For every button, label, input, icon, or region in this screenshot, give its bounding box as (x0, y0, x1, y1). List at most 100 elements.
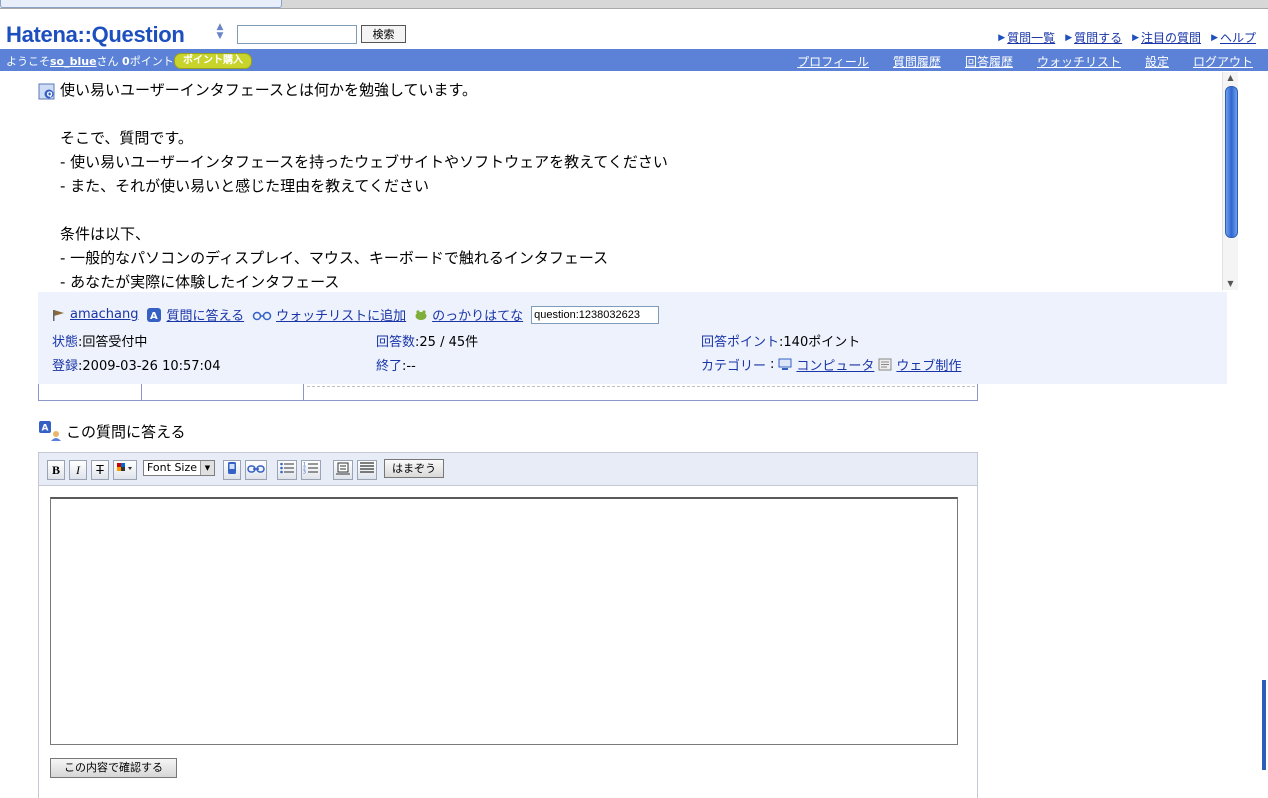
bold-button[interactable]: B (47, 460, 65, 480)
svg-text:A: A (150, 311, 158, 322)
question-history-link[interactable]: 質問履歴 (893, 53, 941, 70)
arrow-right-icon: ▶ (1132, 32, 1140, 43)
points-cell: 回答ポイント:140ポイント (701, 335, 861, 350)
category-web-link[interactable]: ウェブ制作 (896, 355, 961, 374)
watchlist-link[interactable]: ウォッチリスト (1037, 53, 1121, 70)
answer-link-item: A 質問に答える (146, 305, 244, 324)
mobile-icon (228, 462, 236, 474)
answer-question-link[interactable]: 質問に答える (166, 305, 244, 324)
insert-link-button[interactable] (245, 460, 267, 480)
strikethrough-button[interactable]: T (91, 460, 109, 480)
answer-textarea[interactable] (50, 497, 958, 745)
arrow-right-icon: ▶ (1211, 32, 1218, 43)
color-grid-icon (117, 463, 132, 471)
question-body: Q 使い易いユーザーインタフェースとは何かを勉強しています。 そこで、質問です。… (38, 72, 1237, 292)
hamazou-button[interactable]: はまぞう (384, 459, 444, 478)
answer-table-stub (38, 384, 978, 401)
confirm-button[interactable]: この内容で確認する (50, 758, 177, 778)
answer-history-link[interactable]: 回答履歴 (965, 53, 1013, 70)
answer-section-title: A この質問に答える (38, 420, 186, 442)
question-scrollbar[interactable]: ▲ ▼ (1222, 72, 1238, 290)
answer-editor: B I T Font Size ▼ 123 はまぞう この内容で確認する (38, 452, 978, 798)
search-input[interactable] (237, 25, 357, 44)
preformatted-icon (360, 462, 374, 473)
status-value: 回答受付中 (82, 335, 148, 350)
scroll-thumb[interactable] (1225, 86, 1238, 238)
welcome-text: ようこそso_blueさん 0ポイント (6, 53, 174, 69)
answer-user-icon: A (39, 421, 61, 441)
username-link[interactable]: so_blue (50, 55, 97, 68)
end-label: 終了 (376, 359, 403, 374)
arrow-right-icon: ▶ (998, 32, 1006, 43)
add-watchlist-link[interactable]: ウォッチリストに追加 (276, 305, 406, 324)
author-item: amachang (52, 307, 138, 322)
search-button[interactable]: 検索 (361, 25, 406, 43)
color-picker-button[interactable] (113, 460, 137, 480)
answer-points-label: 回答ポイント (701, 335, 780, 350)
answer-points-value: 140ポイント (783, 335, 861, 350)
blockquote-icon (336, 462, 350, 475)
welcome-suffix: さん (96, 55, 119, 68)
category-computer-link[interactable]: コンピュータ (796, 355, 874, 374)
meta-actions-row: amachang A 質問に答える ウォッチリストに追加 のっかりはてな (52, 305, 660, 324)
ask-question-link[interactable]: 質問する (1074, 29, 1122, 46)
editor-toolbar: B I T Font Size ▼ 123 はまぞう (39, 453, 977, 486)
featured-question-link[interactable]: 注目の質問 (1141, 29, 1201, 46)
profile-link[interactable]: プロフィール (797, 53, 869, 70)
nokkari-link[interactable]: のっかりはてな (432, 305, 523, 324)
quote-button[interactable] (333, 460, 353, 480)
user-nav-bar: ようこそso_blueさん 0ポイント ポイント購入 プロフィール 質問履歴 回… (0, 49, 1268, 71)
logout-link[interactable]: ログアウト (1193, 53, 1253, 70)
chevron-down-icon: ▼ (200, 461, 214, 475)
scroll-up-icon[interactable]: ▲ (1223, 72, 1238, 84)
preformat-button[interactable] (357, 460, 377, 480)
insert-image-button[interactable] (223, 460, 241, 480)
link-icon (247, 465, 265, 473)
site-header: Hatena::Question ▲ ▼ 検索 ▶ 質問一覧 ▶ 質問する ▶ 注目の質… (0, 9, 1268, 49)
watchlist-item: ウォッチリストに追加 (252, 305, 406, 324)
help-link-wrap: ▶ ヘルプ (1211, 29, 1256, 46)
question-list-link[interactable]: 質問一覧 (1007, 29, 1055, 46)
font-size-value: Font Size (147, 461, 198, 474)
svg-text:A: A (42, 424, 49, 434)
table-divider (141, 384, 142, 400)
scroll-down-icon[interactable]: ▼ (1223, 278, 1238, 290)
nokkari-item: のっかりはてな (414, 305, 523, 324)
web-page-icon (878, 358, 892, 371)
glasses-icon (252, 311, 272, 320)
table-dashed-line (307, 386, 975, 387)
answers-label: 回答数 (376, 335, 416, 350)
arrow-right-icon: ▶ (1065, 32, 1073, 43)
buy-points-button[interactable]: ポイント購入 (174, 53, 252, 69)
svg-text:3: 3 (303, 470, 306, 476)
category-label: カテゴリー (701, 359, 767, 374)
logo-switch-icon[interactable]: ▲ ▼ (214, 23, 226, 43)
author-link[interactable]: amachang (70, 307, 138, 322)
answers-value: 25 / 45件 (419, 335, 479, 350)
question-list-link-wrap: ▶ 質問一覧 (998, 29, 1055, 46)
table-divider (303, 384, 304, 400)
numbered-list-icon: 123 (303, 462, 318, 476)
italic-button[interactable]: I (69, 460, 87, 480)
user-flag-icon (53, 309, 64, 321)
numbered-list-button[interactable]: 123 (301, 460, 321, 480)
browser-tab[interactable] (0, 0, 282, 8)
computer-icon (778, 358, 792, 370)
question-id-field[interactable] (531, 305, 660, 324)
bullet-list-button[interactable] (277, 460, 297, 480)
question-text: 使い易いユーザーインタフェースとは何かを勉強しています。 そこで、質問です。 -… (60, 81, 668, 291)
answer-icon: A (147, 307, 162, 322)
registered-label: 登録 (52, 359, 79, 374)
user-nav-links: プロフィール 質問履歴 回答履歴 ウォッチリスト 設定 ログアウト (797, 53, 1253, 70)
settings-link[interactable]: 設定 (1145, 53, 1169, 70)
answers-cell: 回答数:25 / 45件 (376, 335, 479, 350)
question-meta-panel: amachang A 質問に答える ウォッチリストに追加 のっかりはてな 状態:… (38, 292, 1227, 384)
window-tab-strip (0, 0, 1268, 9)
status-label: 状態 (52, 335, 79, 350)
end-cell: 終了:-- (376, 359, 416, 374)
end-value: -- (406, 359, 416, 374)
help-link[interactable]: ヘルプ (1220, 29, 1256, 46)
font-size-select[interactable]: Font Size ▼ (143, 460, 215, 476)
site-logo[interactable]: Hatena::Question (6, 22, 185, 48)
registered-cell: 登録:2009-03-26 10:57:04 (52, 359, 221, 374)
